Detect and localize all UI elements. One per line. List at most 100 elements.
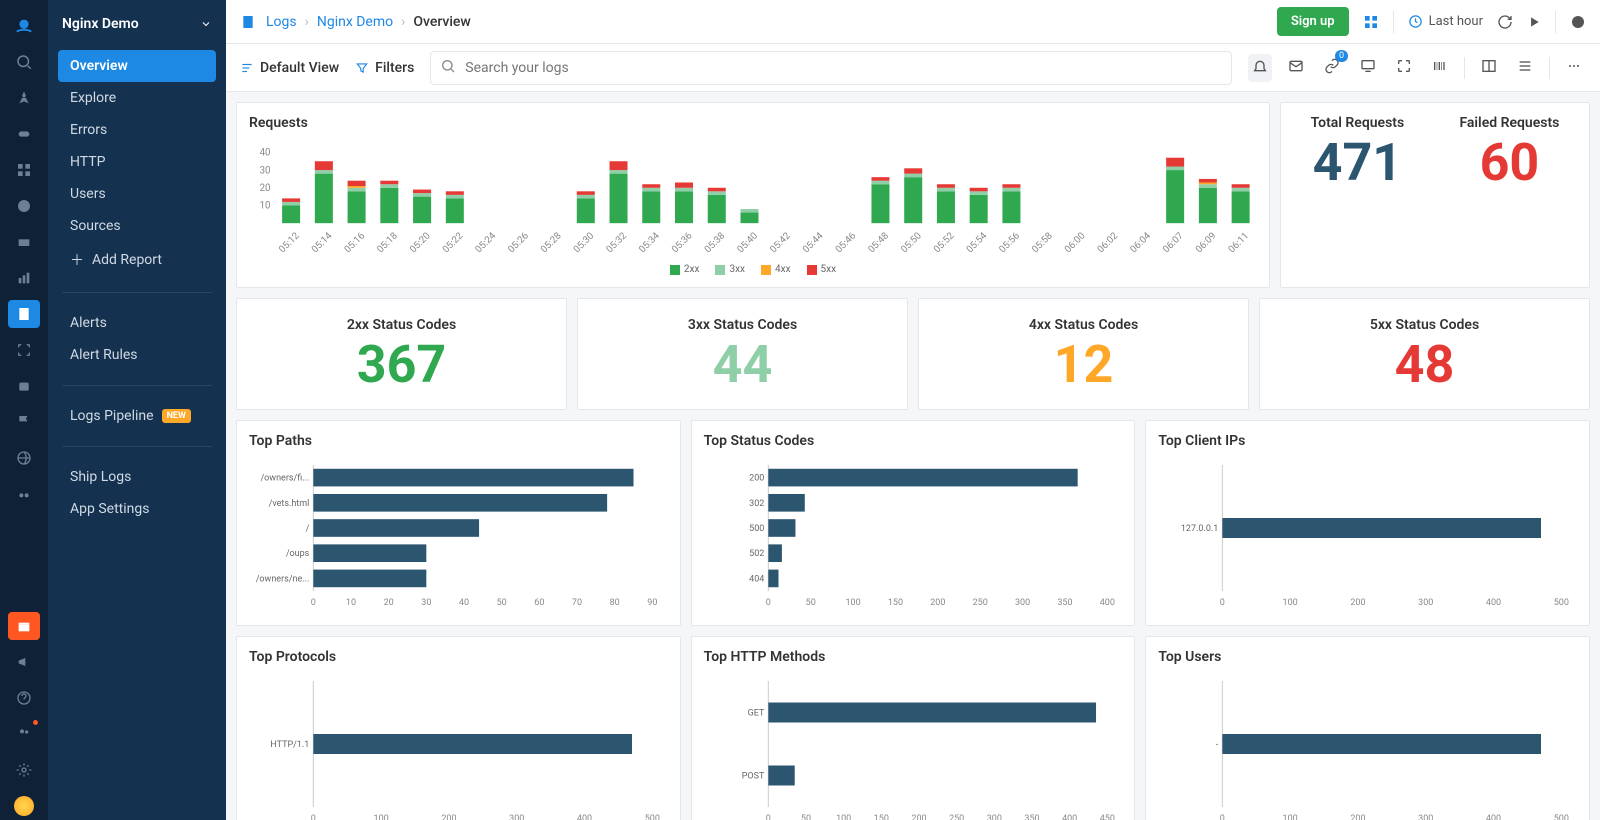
sidebar-item-sources[interactable]: Sources	[58, 210, 216, 242]
svg-text:404: 404	[749, 574, 764, 584]
play-icon[interactable]	[1527, 15, 1541, 29]
gift-icon[interactable]	[8, 612, 40, 640]
svg-text:200: 200	[1351, 814, 1366, 820]
search-input[interactable]	[430, 51, 1232, 85]
svg-text:300: 300	[1418, 814, 1433, 820]
help-circle-icon[interactable]	[1570, 14, 1586, 30]
svg-text:30: 30	[260, 165, 271, 176]
list-icon[interactable]	[1513, 54, 1537, 82]
scan-icon[interactable]	[8, 336, 40, 364]
svg-text:300: 300	[509, 814, 524, 820]
svg-text:05:30: 05:30	[572, 230, 597, 255]
svg-text:05:16: 05:16	[342, 230, 367, 255]
svg-text:350: 350	[1024, 814, 1039, 820]
filters-button[interactable]: Filters	[355, 60, 414, 76]
default-view-button[interactable]: Default View	[240, 60, 339, 76]
megaphone-icon[interactable]	[8, 648, 40, 676]
failed-requests-value: 60	[1459, 137, 1559, 189]
logs-icon[interactable]	[8, 300, 40, 328]
svg-text:500: 500	[1554, 598, 1569, 608]
svg-text:GET: GET	[747, 709, 764, 719]
sidebar-item-alerts[interactable]: Alerts	[58, 307, 216, 339]
svg-text:05:54: 05:54	[965, 230, 990, 255]
logo-icon[interactable]	[8, 12, 40, 40]
sidebar-item-logs-pipeline[interactable]: Logs PipelineNEW	[58, 400, 216, 432]
info-icon[interactable]	[8, 192, 40, 220]
svg-text:06:02: 06:02	[1096, 230, 1121, 255]
status-4xx-value: 12	[1054, 339, 1114, 391]
sidebar-header[interactable]: Nginx Demo	[48, 10, 226, 46]
flag-icon[interactable]	[8, 408, 40, 436]
sidebar-item-app-settings[interactable]: App Settings	[58, 493, 216, 525]
svg-text:300: 300	[1015, 598, 1030, 608]
incognito-icon[interactable]	[8, 480, 40, 508]
svg-text:350: 350	[1057, 598, 1072, 608]
robot-icon[interactable]	[8, 372, 40, 400]
monitor-icon[interactable]	[1356, 54, 1380, 82]
help-icon[interactable]	[8, 684, 40, 712]
sidebar-item-users[interactable]: Users	[58, 178, 216, 210]
svg-text:05:22: 05:22	[441, 230, 466, 255]
breadcrumb-logs[interactable]: Logs	[266, 14, 297, 30]
timerange-picker[interactable]: Last hour	[1408, 14, 1483, 29]
svg-text:80: 80	[610, 598, 620, 608]
breadcrumb-app[interactable]: Nginx Demo	[317, 14, 393, 30]
requests-panel: Requests 1020304005:1205:1405:1605:1805:…	[236, 102, 1270, 288]
mail-icon[interactable]	[1284, 54, 1308, 82]
sidebar-item-add-report[interactable]: ＋Add Report	[58, 242, 216, 278]
sidebar-item-errors[interactable]: Errors	[58, 114, 216, 146]
refresh-icon[interactable]	[1497, 14, 1513, 30]
top-ips-chart: 0100200300400500127.0.0.1	[1158, 459, 1577, 609]
status-5xx-panel: 5xx Status Codes 48	[1259, 298, 1590, 410]
controller-icon[interactable]	[8, 120, 40, 148]
sidebar-item-explore[interactable]: Explore	[58, 82, 216, 114]
svg-text:100: 100	[845, 598, 860, 608]
signup-button[interactable]: Sign up	[1277, 7, 1349, 36]
avatar-icon[interactable]	[8, 792, 40, 820]
search-icon	[440, 58, 456, 78]
bell-icon[interactable]	[1248, 54, 1272, 82]
more-icon[interactable]	[1562, 54, 1586, 82]
link-icon[interactable]: 0	[1320, 54, 1344, 82]
svg-text:400: 400	[577, 814, 592, 820]
svg-text:60: 60	[534, 598, 544, 608]
svg-text:05:46: 05:46	[834, 230, 859, 255]
svg-text:90: 90	[647, 598, 657, 608]
svg-text:06:07: 06:07	[1161, 230, 1186, 255]
barcode-icon[interactable]	[1428, 54, 1452, 82]
svg-text:/owners/ne...: /owners/ne...	[256, 574, 310, 584]
svg-text:05:34: 05:34	[637, 230, 662, 255]
globe-icon[interactable]	[8, 444, 40, 472]
status-2xx-value: 367	[357, 339, 447, 391]
svg-text:05:32: 05:32	[604, 230, 629, 255]
top-users-panel: Top Users 0100200300400500-	[1145, 636, 1590, 820]
svg-text:05:26: 05:26	[506, 230, 531, 255]
search-icon[interactable]	[8, 48, 40, 76]
plus-icon: ＋	[70, 250, 84, 270]
sidebar-item-alert-rules[interactable]: Alert Rules	[58, 339, 216, 371]
svg-text:05:28: 05:28	[539, 230, 564, 255]
sidebar-item-http[interactable]: HTTP	[58, 146, 216, 178]
main: Logs › Nginx Demo › Overview Sign up Las…	[226, 0, 1600, 820]
status-3xx-panel: 3xx Status Codes 44	[577, 298, 908, 410]
svg-text:05:24: 05:24	[473, 230, 498, 255]
top-protocols-chart: 0100200300400500HTTP/1.1	[249, 675, 668, 820]
apps-icon[interactable]	[1363, 14, 1379, 30]
svg-text:0: 0	[1220, 598, 1225, 608]
svg-text:150: 150	[873, 814, 888, 820]
chart-icon[interactable]	[8, 264, 40, 292]
svg-text:50: 50	[497, 598, 507, 608]
split-panel-icon[interactable]	[1477, 54, 1501, 82]
status-2xx-panel: 2xx Status Codes 367	[236, 298, 567, 410]
sidebar-item-overview[interactable]: Overview	[58, 50, 216, 82]
grid-icon[interactable]	[8, 156, 40, 184]
icon-rail	[0, 0, 48, 820]
people-icon[interactable]	[8, 720, 40, 748]
storefront-icon[interactable]	[8, 228, 40, 256]
rocket-icon[interactable]	[8, 84, 40, 112]
sidebar-item-ship-logs[interactable]: Ship Logs	[58, 461, 216, 493]
svg-text:05:44: 05:44	[801, 230, 826, 255]
svg-text:0: 0	[765, 598, 770, 608]
fullscreen-icon[interactable]	[1392, 54, 1416, 82]
gear-icon[interactable]	[8, 756, 40, 784]
